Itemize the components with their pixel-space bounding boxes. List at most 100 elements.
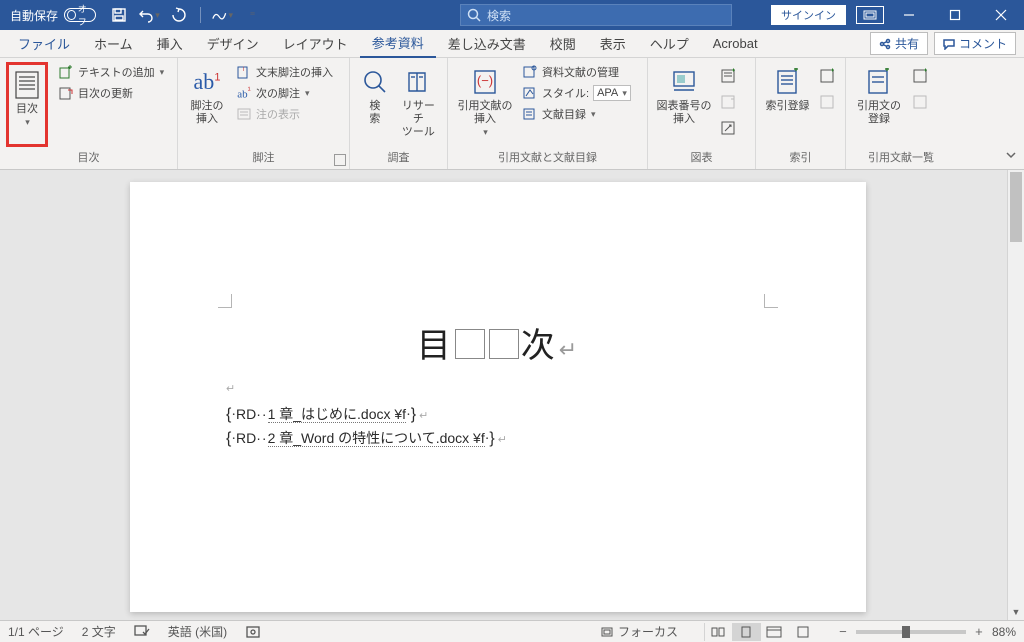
view-mode-buttons: [704, 623, 788, 641]
update-tof-button[interactable]: [716, 92, 740, 112]
tab-insert[interactable]: 挿入: [145, 30, 195, 58]
mark-citation-button[interactable]: 引用文の 登録: [852, 62, 906, 147]
toc-button[interactable]: 目次▾: [6, 62, 48, 147]
focus-mode-button[interactable]: フォーカス: [600, 623, 678, 640]
group-label-citations: 引用文献と文献目録: [454, 147, 641, 167]
document-view[interactable]: 目次↵ ↵ {·RD··1 章_はじめに.docx ¥f·}↵ {·RD··2 …: [0, 170, 1024, 620]
zoom-in-button[interactable]: +: [972, 625, 986, 639]
comments-button[interactable]: コメント: [934, 32, 1016, 55]
insert-caption-button[interactable]: 図表番号の 挿入: [654, 62, 714, 147]
show-notes-icon: [236, 106, 252, 122]
scrollbar-thumb[interactable]: [1010, 172, 1022, 242]
quick-access-toolbar: ▾ ▾ ⁼: [108, 4, 263, 26]
autosave-control[interactable]: 自動保存 オフ: [10, 7, 96, 24]
draw-button[interactable]: ▾: [211, 4, 233, 26]
search-big-icon: [359, 66, 391, 98]
paragraph-mark-icon: ↵: [226, 382, 235, 395]
share-button[interactable]: 共有: [870, 32, 928, 55]
share-icon: [879, 38, 891, 50]
citation-icon: (−): [469, 66, 501, 98]
language-indicator[interactable]: 英語 (米国): [168, 623, 227, 640]
insert-footnote-button[interactable]: ab1 脚注の 挿入: [184, 62, 230, 147]
field-line-2[interactable]: {·RD··2 章_Word の特性について.docx ¥f·}↵: [226, 428, 507, 448]
group-label-research: 調査: [356, 147, 441, 167]
spellcheck-button[interactable]: [134, 625, 150, 639]
scroll-down-button[interactable]: ▼: [1008, 604, 1024, 620]
print-layout-button[interactable]: [732, 623, 760, 641]
ribbon-display-options[interactable]: [856, 6, 884, 24]
tab-view[interactable]: 表示: [588, 30, 638, 58]
svg-text:(−): (−): [477, 73, 493, 88]
next-footnote-button[interactable]: ab¹ 次の脚注▾: [232, 83, 337, 103]
update-toc-icon: [58, 85, 74, 101]
page[interactable]: 目次↵ ↵ {·RD··1 章_はじめに.docx ¥f·}↵ {·RD··2 …: [130, 182, 866, 612]
macro-button[interactable]: [245, 625, 261, 639]
doc-heading[interactable]: 目次↵: [130, 318, 866, 367]
zoom-out-button[interactable]: −: [836, 625, 850, 639]
group-label-toa: 引用文献一覧: [852, 147, 950, 167]
undo-button[interactable]: ▾: [138, 4, 160, 26]
accessibility-button[interactable]: [796, 625, 810, 639]
page-indicator[interactable]: 1/1 ページ: [8, 623, 64, 640]
field-line-1[interactable]: {·RD··1 章_はじめに.docx ¥f·}↵: [226, 404, 428, 424]
tab-review[interactable]: 校閲: [538, 30, 588, 58]
maximize-button[interactable]: [932, 0, 978, 30]
insert-index-button[interactable]: [815, 66, 839, 86]
svg-text:i: i: [243, 67, 244, 73]
add-text-button[interactable]: テキストの追加▾: [54, 62, 168, 82]
manage-sources-button[interactable]: 資料文献の管理: [518, 62, 635, 82]
update-toa-button[interactable]: [908, 92, 932, 112]
tab-help[interactable]: ヘルプ: [638, 30, 701, 58]
citation-style-select[interactable]: スタイル: APA ▾: [518, 83, 635, 103]
style-dropdown[interactable]: APA ▾: [593, 85, 631, 101]
bibliography-button[interactable]: 文献目録▾: [518, 104, 635, 124]
signin-button[interactable]: サインイン: [771, 5, 846, 25]
show-notes-button[interactable]: 注の表示: [232, 104, 337, 124]
group-label-captions: 図表: [654, 147, 749, 167]
footnote-icon: ab1: [191, 66, 223, 98]
search-input[interactable]: 検索: [460, 4, 732, 26]
tab-acrobat[interactable]: Acrobat: [701, 30, 770, 58]
insert-citation-button[interactable]: (−) 引用文献の 挿入▾: [454, 62, 516, 147]
close-button[interactable]: [978, 0, 1024, 30]
tab-design[interactable]: デザイン: [195, 30, 271, 58]
zoom-slider-knob[interactable]: [902, 626, 910, 638]
collapse-ribbon-button[interactable]: [1004, 148, 1018, 165]
toa-icon: [863, 66, 895, 98]
update-toc-button[interactable]: 目次の更新: [54, 83, 168, 103]
redo-button[interactable]: [168, 4, 190, 26]
smart-lookup-button[interactable]: 検 索: [356, 62, 394, 147]
read-mode-button[interactable]: [704, 623, 732, 641]
researcher-button[interactable]: リサーチ ツール: [396, 62, 441, 147]
cross-reference-button[interactable]: [716, 118, 740, 138]
qat-more-button[interactable]: ⁼: [241, 4, 263, 26]
spellcheck-icon: [134, 625, 150, 639]
zoom-value[interactable]: 88%: [992, 625, 1016, 639]
insert-endnote-button[interactable]: i 文末脚注の挿入: [232, 62, 337, 82]
save-button[interactable]: [108, 4, 130, 26]
vertical-scrollbar[interactable]: ▲ ▼: [1007, 170, 1024, 620]
macro-icon: [245, 625, 261, 639]
autosave-label: 自動保存: [10, 7, 58, 24]
tab-layout[interactable]: レイアウト: [271, 30, 360, 58]
zoom-control: − + 88%: [836, 625, 1016, 639]
bibliography-icon: [522, 106, 538, 122]
tab-file[interactable]: ファイル: [6, 30, 82, 58]
word-count[interactable]: 2 文字: [82, 623, 116, 640]
researcher-icon: [402, 66, 434, 98]
mark-index-entry-button[interactable]: 索引登録: [762, 62, 813, 147]
style-icon: [522, 85, 538, 101]
insert-toa-button[interactable]: [908, 66, 932, 86]
tab-mailings[interactable]: 差し込み文書: [436, 30, 538, 58]
footnotes-dialog-launcher[interactable]: [334, 154, 346, 166]
autosave-toggle[interactable]: オフ: [64, 8, 96, 22]
tab-home[interactable]: ホーム: [82, 30, 145, 58]
accessibility-icon: [796, 625, 810, 639]
web-layout-button[interactable]: [760, 623, 788, 641]
minimize-button[interactable]: [886, 0, 932, 30]
comment-icon: [943, 38, 955, 50]
insert-tof-button[interactable]: [716, 66, 740, 86]
zoom-slider[interactable]: [856, 630, 966, 634]
update-index-button[interactable]: [815, 92, 839, 112]
tab-references[interactable]: 参考資料: [360, 30, 436, 58]
